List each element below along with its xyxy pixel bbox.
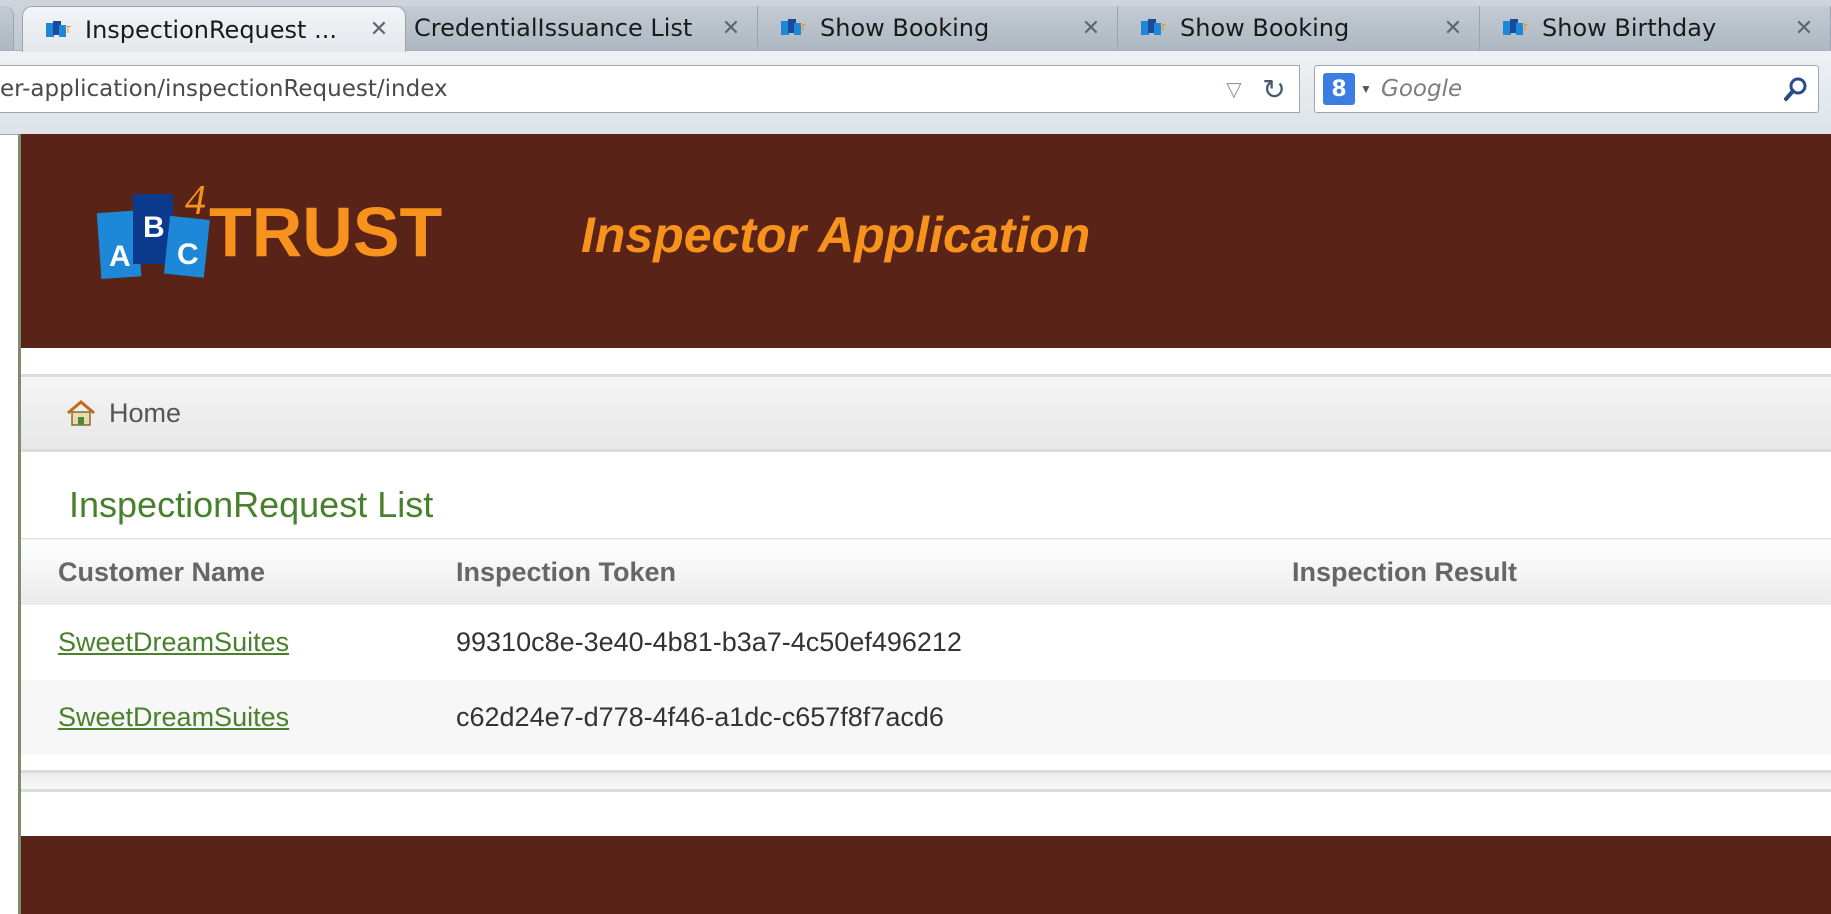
token-cell: c62d24e7-d778-4f46-a1dc-c657f8f7acd6 <box>456 680 1292 755</box>
tab-credential-issuance[interactable]: CredentialIssuance List ✕ <box>396 6 758 50</box>
search-bar[interactable]: 8 ▼ Google <box>1314 65 1819 113</box>
google-engine-icon[interactable]: 8 <box>1323 73 1355 105</box>
app-title: Inspector Application <box>581 207 1091 263</box>
navigation-toolbar: er-application/inspectionRequest/index ▽… <box>0 51 1831 135</box>
logo-superscript: 4 <box>185 178 206 224</box>
browser-chrome: T InspectionRequest ... ✕ CredentialIssu… <box>0 0 1831 135</box>
site-footer <box>21 836 1831 914</box>
tab-show-birthday[interactable]: T Show Birthday ✕ <box>1480 6 1831 50</box>
column-header-inspection-result[interactable]: Inspection Result <box>1292 538 1831 605</box>
tab-close-icon[interactable]: ✕ <box>367 17 391 42</box>
tab-inspection-request[interactable]: T InspectionRequest ... ✕ <box>22 6 406 52</box>
home-label[interactable]: Home <box>109 398 181 429</box>
table-row: SweetDreamSuites 99310c8e-3e40-4b81-b3a7… <box>21 605 1831 680</box>
history-dropdown-icon[interactable]: ▽ <box>1219 77 1249 101</box>
home-icon <box>65 398 97 428</box>
address-bar[interactable]: er-application/inspectionRequest/index ▽… <box>0 65 1300 113</box>
customer-link[interactable]: SweetDreamSuites <box>58 702 289 732</box>
result-cell <box>1292 605 1831 680</box>
column-header-inspection-token[interactable]: Inspection Token <box>456 538 1292 605</box>
svg-text:T: T <box>799 23 807 34</box>
column-header-customer-name[interactable]: Customer Name <box>21 538 456 605</box>
tab-show-booking-2[interactable]: T Show Booking ✕ <box>1118 6 1480 50</box>
result-cell <box>1292 680 1831 755</box>
tab-close-icon[interactable]: ✕ <box>719 16 743 41</box>
search-input[interactable]: Google <box>1377 76 1774 102</box>
tab-label: CredentialIssuance List <box>414 14 693 42</box>
logo-letter-c: C <box>177 238 199 271</box>
tab-label: InspectionRequest ... <box>85 15 337 44</box>
site-header: A B C 4 TRUST Inspector Application <box>21 134 1831 348</box>
search-icon[interactable] <box>1774 76 1818 102</box>
engine-dropdown-icon[interactable]: ▼ <box>1355 82 1377 96</box>
tab-bar: T InspectionRequest ... ✕ CredentialIssu… <box>0 0 1831 52</box>
reload-icon[interactable]: ↻ <box>1249 73 1299 106</box>
tab-close-icon[interactable]: ✕ <box>1792 16 1816 41</box>
svg-text:T: T <box>64 25 72 36</box>
tab-label: Show Birthday <box>1542 14 1717 42</box>
app-favicon-icon: T <box>780 17 810 39</box>
app-favicon-icon: T <box>1502 17 1532 39</box>
table-header-row: Customer Name Inspection Token Inspectio… <box>21 538 1831 605</box>
app-favicon-icon: T <box>45 19 75 41</box>
tab-label: Show Booking <box>1180 14 1350 42</box>
pagination-bar <box>21 770 1831 792</box>
logo-letter-b: B <box>143 211 165 244</box>
logo-word: TRUST <box>209 193 442 271</box>
tab-overflow-edge <box>0 6 14 50</box>
web-page: A B C 4 TRUST Inspector Application Home… <box>18 134 1831 914</box>
tab-close-icon[interactable]: ✕ <box>1079 16 1103 41</box>
token-cell: 99310c8e-3e40-4b81-b3a7-4c50ef496212 <box>456 605 1292 680</box>
page-title: InspectionRequest List <box>69 484 434 525</box>
home-link[interactable]: Home <box>65 398 181 429</box>
address-text[interactable]: er-application/inspectionRequest/index <box>0 76 1219 102</box>
main-nav: Home <box>21 374 1831 452</box>
inspection-request-table: Customer Name Inspection Token Inspectio… <box>21 538 1831 755</box>
customer-cell: SweetDreamSuites <box>21 680 456 755</box>
app-favicon-icon: T <box>1140 17 1170 39</box>
svg-text:T: T <box>1159 23 1167 34</box>
abc4trust-logo: A B C 4 TRUST <box>75 164 455 294</box>
tab-show-booking[interactable]: T Show Booking ✕ <box>758 6 1118 50</box>
customer-cell: SweetDreamSuites <box>21 605 456 680</box>
table-row: SweetDreamSuites c62d24e7-d778-4f46-a1dc… <box>21 680 1831 755</box>
logo-letter-a: A <box>109 240 131 273</box>
tab-label: Show Booking <box>820 14 990 42</box>
customer-link[interactable]: SweetDreamSuites <box>58 627 289 657</box>
svg-text:T: T <box>1521 23 1529 34</box>
tab-close-icon[interactable]: ✕ <box>1441 16 1465 41</box>
